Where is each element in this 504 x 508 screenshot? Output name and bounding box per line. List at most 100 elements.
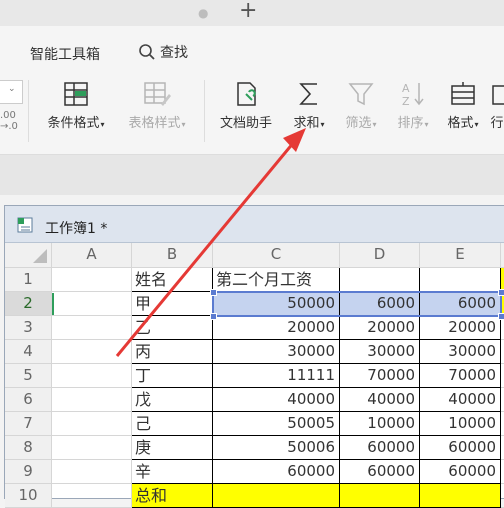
decimal-button-partial[interactable]: .00 →.0 — [0, 110, 18, 132]
sum-label: 求和 — [293, 116, 320, 131]
cell-c1[interactable]: 第二个月工资 — [213, 268, 340, 292]
row-header-10[interactable]: 10 — [5, 484, 52, 508]
column-header-c[interactable]: C — [213, 243, 340, 268]
document-helper-button[interactable]: 文档助手 — [214, 76, 278, 150]
cell-a4[interactable] — [52, 340, 132, 364]
filter-button[interactable]: 筛选▾ — [338, 76, 384, 150]
sum-button[interactable]: 求和▾ — [286, 76, 332, 150]
conditional-format-icon — [64, 82, 88, 106]
cell-d3[interactable]: 20000 — [340, 316, 420, 340]
cell-a2[interactable] — [52, 292, 132, 316]
cell-c5[interactable]: 11111 — [213, 364, 340, 388]
cell-b7[interactable]: 己 — [132, 412, 213, 436]
row-header-6[interactable]: 6 — [5, 388, 52, 412]
cell-d6[interactable]: 40000 — [340, 388, 420, 412]
new-tab-button[interactable]: + — [239, 0, 257, 23]
cell-d2[interactable]: 6000 — [340, 292, 420, 316]
cell-a8[interactable] — [52, 436, 132, 460]
cell-b10[interactable]: 总和 — [132, 484, 213, 508]
cell-b4[interactable]: 丙 — [132, 340, 213, 364]
active-row-marker — [52, 293, 54, 315]
chevron-down-icon: ⌄ — [8, 84, 16, 94]
partial-dropdown[interactable]: ⌄ — [0, 80, 23, 104]
cell-c9[interactable]: 60000 — [213, 460, 340, 484]
row-header-7[interactable]: 7 — [5, 412, 52, 436]
row-header-3[interactable]: 3 — [5, 316, 52, 340]
menu-smart-toolbox[interactable]: 智能工具箱 — [30, 44, 100, 64]
cell-a1[interactable] — [52, 268, 132, 292]
row-header-9[interactable]: 9 — [5, 460, 52, 484]
cell-c8[interactable]: 50006 — [213, 436, 340, 460]
selection-handle[interactable] — [498, 313, 504, 320]
cell-b3[interactable]: 乙 — [132, 316, 213, 340]
cell-c10[interactable] — [213, 484, 340, 508]
conditional-format-button[interactable]: 条件格式▾ — [40, 76, 112, 150]
cell-e4[interactable]: 30000 — [420, 340, 501, 364]
cell-d7[interactable]: 10000 — [340, 412, 420, 436]
column-header-a[interactable]: A — [52, 243, 132, 268]
tab-close-dot-icon[interactable]: ● — [198, 6, 208, 20]
cell-b5[interactable]: 丁 — [132, 364, 213, 388]
cell-c6[interactable]: 40000 — [213, 388, 340, 412]
column-header-b[interactable]: B — [132, 243, 213, 268]
document-helper-label: 文档助手 — [219, 116, 272, 131]
cell-d5[interactable]: 70000 — [340, 364, 420, 388]
cell-e5[interactable]: 70000 — [420, 364, 501, 388]
table-style-button[interactable]: 表格样式▾ — [120, 76, 194, 150]
cell-d1[interactable] — [340, 268, 420, 292]
cell-e1[interactable] — [420, 268, 501, 292]
cell-c4[interactable]: 30000 — [213, 340, 340, 364]
row-header-2[interactable]: 2 — [5, 292, 52, 316]
cell-a7[interactable] — [52, 412, 132, 436]
selection-handle[interactable] — [210, 289, 217, 296]
cell-b2[interactable]: 甲 — [132, 292, 213, 316]
cell-e10[interactable] — [420, 484, 501, 508]
cell-a5[interactable] — [52, 364, 132, 388]
cell-a3[interactable] — [52, 316, 132, 340]
chevron-down-icon: ▾ — [424, 120, 429, 129]
cell-d4[interactable]: 30000 — [340, 340, 420, 364]
cell-c7[interactable]: 50005 — [213, 412, 340, 436]
row-header-8[interactable]: 8 — [5, 436, 52, 460]
column-header-e[interactable]: E — [420, 243, 501, 268]
cell-a9[interactable] — [52, 460, 132, 484]
cell-c2[interactable]: 50000 — [213, 292, 340, 316]
selection-handle[interactable] — [498, 289, 504, 296]
format-button[interactable]: 格式▾ — [440, 76, 486, 150]
cell-e2[interactable]: 6000 — [420, 292, 501, 316]
ribbon-toolbar: ⌄ .00 →.0 条件格式▾ 表格样式▾ 文档助手 求和▾ 筛选▾ A Z 排… — [0, 76, 504, 155]
cell-b9[interactable]: 辛 — [132, 460, 213, 484]
conditional-format-label: 条件格式 — [47, 116, 100, 131]
cell-c3[interactable]: 20000 — [213, 316, 340, 340]
cell-e9[interactable]: 60000 — [420, 460, 501, 484]
row-header-1[interactable]: 1 — [5, 268, 52, 292]
row-col-button[interactable]: 行 — [490, 76, 504, 150]
tab-strip: ● + — [0, 0, 504, 26]
find-button[interactable]: 查找 — [138, 42, 188, 62]
select-all-icon — [33, 249, 47, 263]
cell-d8[interactable]: 60000 — [340, 436, 420, 460]
workspace-background — [0, 155, 504, 195]
decimal-top-text: .00 — [0, 110, 16, 121]
cell-d10[interactable] — [340, 484, 420, 508]
cell-a6[interactable] — [52, 388, 132, 412]
cell-e8[interactable]: 60000 — [420, 436, 501, 460]
column-header-d[interactable]: D — [340, 243, 420, 268]
sort-button[interactable]: A Z 排序▾ — [390, 76, 436, 150]
cell-b8[interactable]: 庚 — [132, 436, 213, 460]
chevron-down-icon: ▾ — [372, 120, 377, 129]
cell-b1[interactable]: 姓名 — [132, 268, 213, 292]
row-header-5[interactable]: 5 — [5, 364, 52, 388]
row-header-4[interactable]: 4 — [5, 340, 52, 364]
cell-e3[interactable]: 20000 — [420, 316, 501, 340]
format-icon — [451, 82, 475, 105]
cell-e7[interactable]: 10000 — [420, 412, 501, 436]
cell-a10[interactable] — [52, 484, 132, 508]
svg-text:Z: Z — [402, 95, 410, 108]
cell-d9[interactable]: 60000 — [340, 460, 420, 484]
select-all-corner[interactable] — [5, 243, 52, 268]
cell-e6[interactable]: 40000 — [420, 388, 501, 412]
find-label: 查找 — [160, 45, 188, 61]
cell-b6[interactable]: 戊 — [132, 388, 213, 412]
selection-handle[interactable] — [210, 313, 217, 320]
